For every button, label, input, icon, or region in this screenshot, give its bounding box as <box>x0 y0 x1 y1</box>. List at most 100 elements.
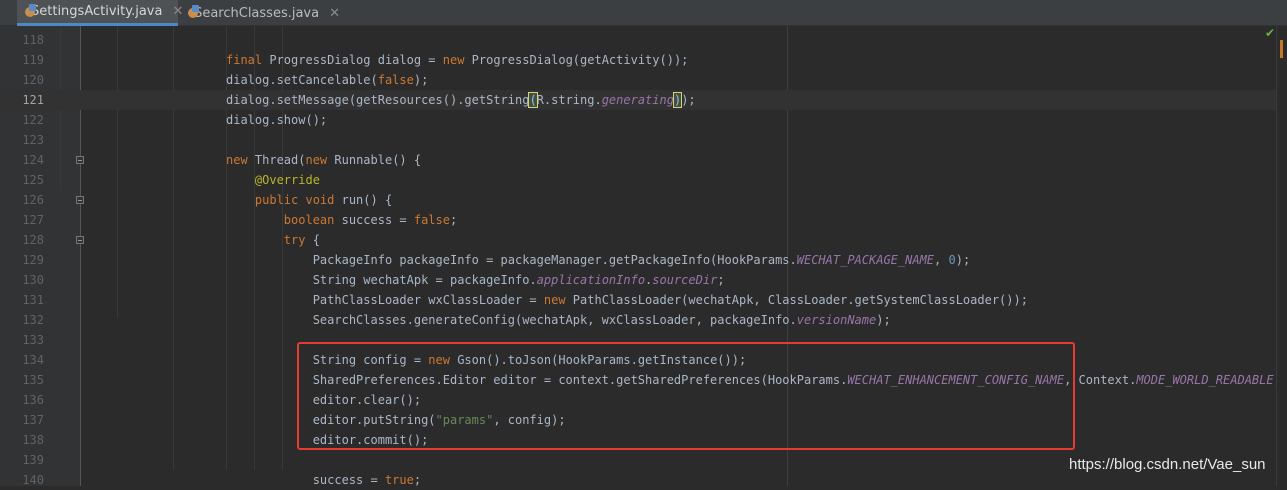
code-token: applicationInfo <box>537 273 645 287</box>
code-token: sourceDir <box>652 273 717 287</box>
red-highlight-annotation-box <box>297 342 1075 450</box>
code-line[interactable]: 127 boolean success = false; <box>0 210 1280 230</box>
code-line[interactable]: 129 PackageInfo packageInfo = packageMan… <box>0 250 1280 270</box>
code-token: ); <box>956 253 970 267</box>
code-token: boolean <box>226 213 342 227</box>
line-number: 130 <box>0 270 44 290</box>
line-number: 122 <box>0 110 44 130</box>
line-number: 131 <box>0 290 44 310</box>
code-token: dialog.setMessage(getResources().getStri… <box>226 93 529 107</box>
code-line[interactable]: 123 <box>0 130 1280 150</box>
code-line[interactable]: 125 @Override <box>0 170 1280 190</box>
code-token: generating <box>602 93 674 107</box>
line-number: 132 <box>0 310 44 330</box>
code-line[interactable]: 128 try { <box>0 230 1280 250</box>
tab-label: SearchClasses.java <box>194 6 319 21</box>
code-line[interactable]: 124new Thread(new Runnable() { <box>0 150 1280 170</box>
fold-toggle-icon[interactable] <box>76 156 84 164</box>
code-token: MODE_WORLD_READABLE <box>1136 373 1273 387</box>
code-token: new <box>443 53 472 67</box>
code-token: ); <box>414 73 428 87</box>
line-number: 134 <box>0 350 44 370</box>
code-token: String wechatApk = packageInfo. <box>226 273 537 287</box>
code-text: boolean success = false; <box>226 210 457 230</box>
line-number: 126 <box>0 190 44 210</box>
code-token: ( <box>529 93 536 107</box>
code-text: SearchClasses.generateConfig(wechatApk, … <box>226 310 891 330</box>
code-token: ProgressDialog(getActivity()); <box>472 53 689 67</box>
code-text: PathClassLoader wxClassLoader = new Path… <box>226 290 1028 310</box>
code-text: final ProgressDialog dialog = new Progre… <box>226 50 688 70</box>
tab-settings-activity[interactable]: SettingsActivity.java ✕ <box>17 0 178 26</box>
code-token: PathClassLoader(wechatApk, ClassLoader.g… <box>573 293 1028 307</box>
line-number: 125 <box>0 170 44 190</box>
code-text: @Override <box>226 170 320 190</box>
code-token: ; <box>450 213 457 227</box>
code-token: 0 <box>948 253 955 267</box>
code-line[interactable]: 121 dialog.setMessage(getResources().getS… <box>0 90 1280 110</box>
line-number: 124 <box>0 150 44 170</box>
code-token: new <box>544 293 573 307</box>
code-token: dialog.setCancelable( <box>226 73 378 87</box>
line-number: 121 <box>0 90 44 110</box>
code-token: false <box>378 73 414 87</box>
code-line[interactable]: 119 final ProgressDialog dialog = new Pro… <box>0 50 1280 70</box>
code-token: false <box>414 213 450 227</box>
code-token: public void <box>226 193 342 207</box>
code-line[interactable]: 126 public void run() { <box>0 190 1280 210</box>
code-line[interactable]: 122 dialog.show(); <box>0 110 1280 130</box>
line-number: 135 <box>0 370 44 390</box>
line-number: 118 <box>0 30 44 50</box>
code-token: ); <box>876 313 890 327</box>
code-line[interactable]: 130 String wechatApk = packageInfo.appli… <box>0 270 1280 290</box>
code-token: SearchClasses.generateConfig(wechatApk, … <box>226 313 797 327</box>
code-token: new <box>226 153 255 167</box>
no-problems-check-icon[interactable]: ✔ <box>1265 26 1275 40</box>
code-token: new <box>305 153 334 167</box>
line-number: 123 <box>0 130 44 150</box>
code-text: PackageInfo packageInfo = packageManager… <box>226 250 970 270</box>
tab-label: SettingsActivity.java <box>31 4 162 19</box>
code-token: Runnable() { <box>334 153 421 167</box>
code-token: success = <box>226 473 385 487</box>
line-number: 137 <box>0 410 44 430</box>
watermark-text: https://blog.csdn.net/Vae_sun <box>1069 456 1266 473</box>
tab-search-classes[interactable]: SearchClasses.java ✕ <box>180 0 340 26</box>
code-text: success = true; <box>226 470 421 490</box>
code-token: ; <box>414 473 421 487</box>
line-number: 119 <box>0 50 44 70</box>
code-token: , <box>934 253 948 267</box>
code-text: String wechatApk = packageInfo.applicati… <box>226 270 725 290</box>
code-token: @Override <box>226 173 320 187</box>
fold-toggle-icon[interactable] <box>76 196 84 204</box>
code-text: dialog.show(); <box>226 110 327 130</box>
code-token: ; <box>717 273 724 287</box>
code-line[interactable]: 118 <box>0 30 1280 50</box>
code-token: run() { <box>342 193 393 207</box>
code-line[interactable]: 131 PathClassLoader wxClassLoader = new … <box>0 290 1280 310</box>
line-number: 138 <box>0 430 44 450</box>
code-text: dialog.setMessage(getResources().getStri… <box>226 90 696 110</box>
code-token: success = <box>342 213 414 227</box>
code-text: dialog.setCancelable(false); <box>226 70 428 90</box>
code-token: ProgressDialog dialog = <box>269 53 442 67</box>
close-icon[interactable]: ✕ <box>329 6 340 21</box>
code-text: try { <box>226 230 320 250</box>
line-number: 127 <box>0 210 44 230</box>
editor-tab-bar: SettingsActivity.java ✕ SearchClasses.ja… <box>0 0 1287 26</box>
line-number: 139 <box>0 450 44 470</box>
code-token: versionName <box>797 313 876 327</box>
code-token: try <box>226 233 313 247</box>
code-line[interactable]: 140 success = true; <box>0 470 1280 490</box>
line-number: 120 <box>0 70 44 90</box>
line-number: 128 <box>0 230 44 250</box>
line-number: 133 <box>0 330 44 350</box>
code-line[interactable]: 120 dialog.setCancelable(false); <box>0 70 1280 90</box>
code-line[interactable]: 132 SearchClasses.generateConfig(wechatA… <box>0 310 1280 330</box>
editor-scrollbar[interactable] <box>1276 26 1287 486</box>
warning-marker[interactable] <box>1280 40 1283 58</box>
fold-toggle-icon[interactable] <box>76 236 84 244</box>
code-token: final <box>226 53 269 67</box>
code-token: true <box>385 473 414 487</box>
line-number: 140 <box>0 470 44 490</box>
